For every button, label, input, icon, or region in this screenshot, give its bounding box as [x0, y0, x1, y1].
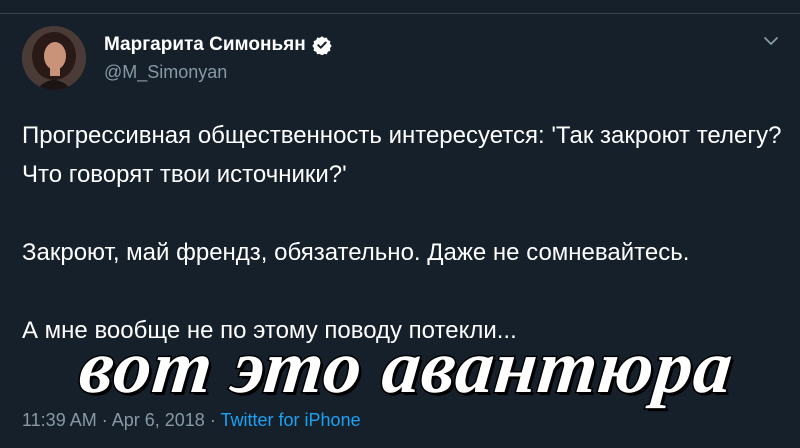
chevron-down-icon[interactable] [762, 32, 780, 50]
tweet-source[interactable]: Twitter for iPhone [221, 410, 361, 430]
top-divider [0, 13, 800, 14]
tweet-paragraph: Закроют, май френдз, обязательно. Даже н… [22, 239, 690, 266]
meta-separator: · [209, 410, 216, 430]
tweet-header: Маргарита Симоньян @M_Simonyan [22, 26, 782, 90]
tweet-meta: 11:39 AM · Apr 6, 2018 · Twitter for iPh… [22, 410, 361, 431]
tweet-time[interactable]: 11:39 AM [22, 410, 97, 430]
tweet-paragraph: Прогрессивная общественность интересуетс… [22, 122, 782, 188]
meta-separator: · [101, 410, 108, 430]
author-row: Маргарита Симоньян [104, 34, 332, 56]
verified-badge-icon [312, 36, 332, 55]
author-handle[interactable]: @M_Simonyan [104, 62, 227, 83]
tweet-date[interactable]: Apr 6, 2018 [112, 410, 205, 430]
tweet-text: Прогрессивная общественность интересуетс… [22, 116, 782, 350]
avatar[interactable] [22, 26, 86, 90]
avatar-image [22, 26, 86, 90]
meme-caption: вот это авантюра [74, 324, 739, 411]
author-name[interactable]: Маргарита Симоньян [104, 34, 306, 56]
